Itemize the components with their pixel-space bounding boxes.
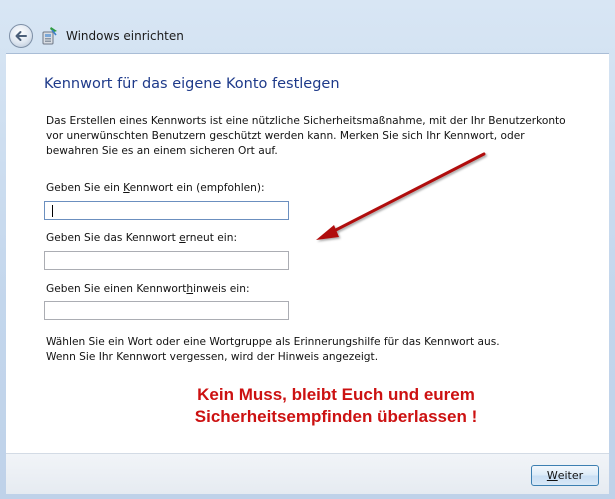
back-arrow-icon <box>15 31 27 41</box>
back-button[interactable] <box>9 24 33 48</box>
window-title: Windows einrichten <box>66 29 184 43</box>
intro-line: vor unerwünschten Benutzern geschützt we… <box>46 130 525 142</box>
password-label: Geben Sie ein Kennwort ein (empfohlen): <box>46 182 265 194</box>
text-caret <box>52 205 53 217</box>
hint-line: Wenn Sie Ihr Kennwort vergessen, wird de… <box>46 351 379 363</box>
annotation-line: Sicherheitsempfinden überlassen ! <box>194 407 478 426</box>
red-annotation: Kein Muss, bleibt Euch und eurem Sicherh… <box>146 384 526 428</box>
content-panel: Kennwort für das eigene Konto festlegen … <box>6 53 609 453</box>
intro-line: Das Erstellen eines Kennworts ist eine n… <box>46 115 566 127</box>
confirm-password-input[interactable] <box>44 251 289 270</box>
hint-explanation: Wählen Sie ein Wort oder eine Wortgruppe… <box>46 335 586 365</box>
intro-line: bewahren Sie es an einem sicheren Ort au… <box>46 145 278 157</box>
windows-setup-icon <box>42 27 57 45</box>
password-input[interactable] <box>44 201 289 220</box>
annotation-line: Kein Muss, bleibt Euch und eurem <box>197 385 475 404</box>
confirm-password-label: Geben Sie das Kennwort erneut ein: <box>46 232 238 244</box>
password-hint-label: Geben Sie einen Kennworthinweis ein: <box>46 283 250 295</box>
setup-window: Windows einrichten Kennwort für das eige… <box>0 0 615 499</box>
footer-bar: Weiter <box>6 453 609 494</box>
title-bar: Windows einrichten <box>0 0 615 52</box>
password-hint-input[interactable] <box>44 301 289 320</box>
page-heading: Kennwort für das eigene Konto festlegen <box>44 76 340 92</box>
hint-line: Wählen Sie ein Wort oder eine Wortgruppe… <box>46 336 500 348</box>
intro-text: Das Erstellen eines Kennworts ist eine n… <box>46 114 586 159</box>
next-button[interactable]: Weiter <box>531 465 599 486</box>
